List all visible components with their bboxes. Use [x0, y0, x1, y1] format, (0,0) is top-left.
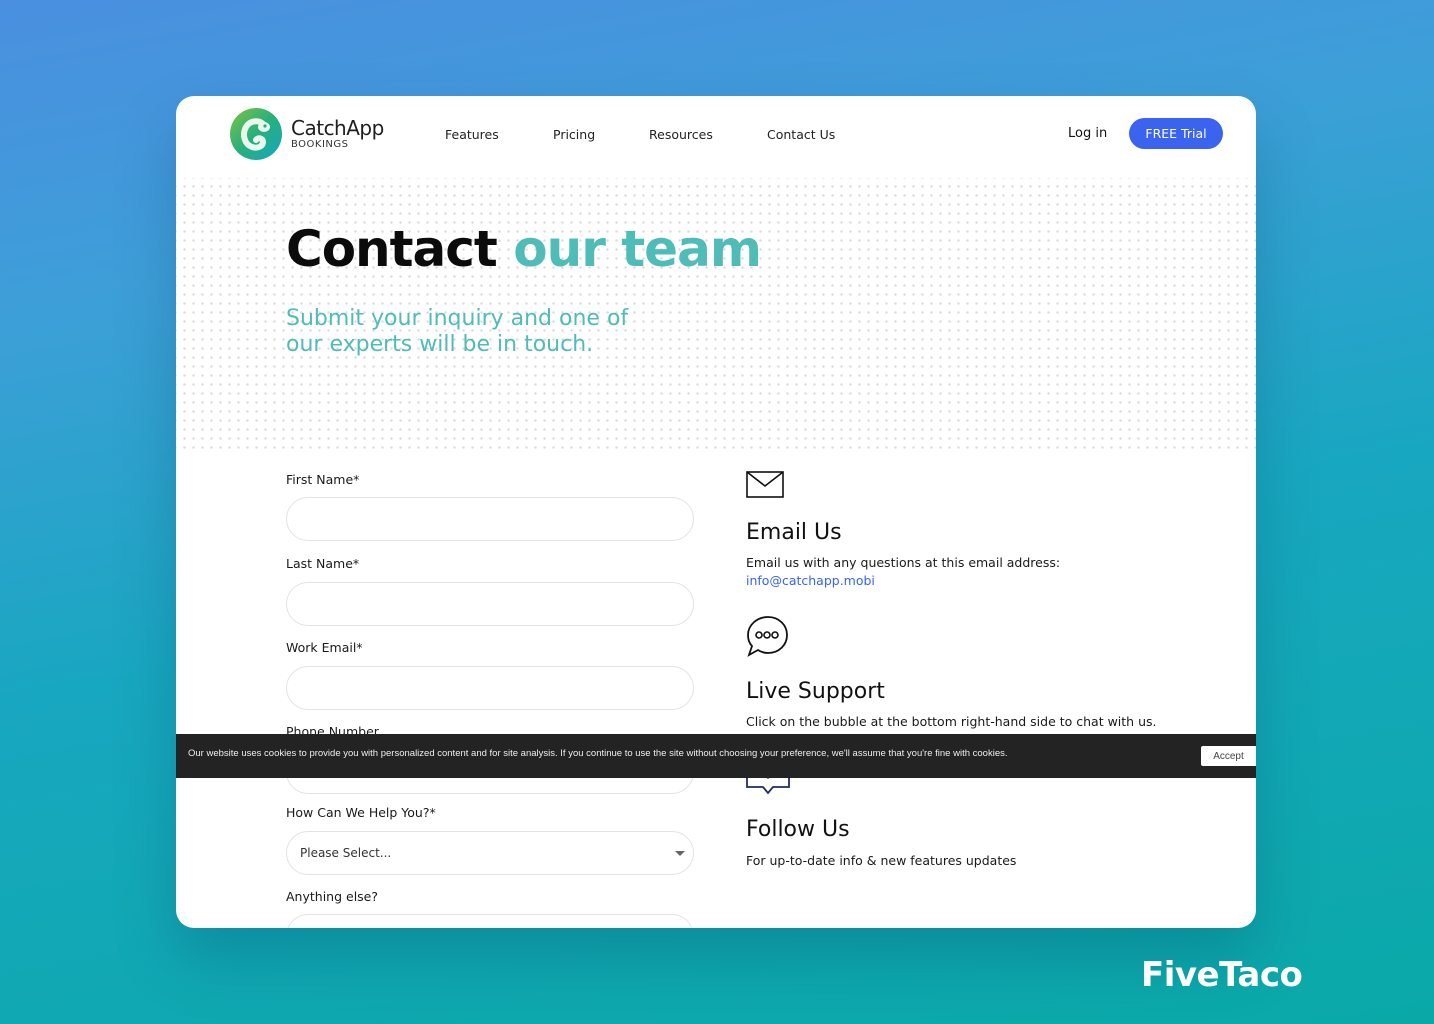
help-topic-select[interactable]: Please Select...: [286, 831, 694, 875]
help-topic-label: How Can We Help You?*: [286, 805, 436, 820]
page-title: Contact our team: [286, 220, 762, 278]
login-link[interactable]: Log in: [1068, 126, 1107, 141]
chameleon-logo-icon: [230, 108, 282, 160]
email-link[interactable]: info@catchapp.mobi: [746, 573, 875, 588]
free-trial-button[interactable]: FREE Trial: [1129, 118, 1223, 149]
browser-page-card: CatchApp BOOKINGS Features Pricing Resou…: [176, 96, 1256, 928]
live-support-title: Live Support: [746, 679, 885, 704]
last-name-label: Last Name*: [286, 556, 360, 571]
work-email-label: Work Email*: [286, 640, 363, 655]
nav-link-contact-us[interactable]: Contact Us: [767, 127, 835, 142]
logo-name: CatchApp: [291, 116, 384, 140]
follow-us-text: For up-to-date info & new features updat…: [746, 853, 1017, 868]
page-subtitle: Submit your inquiry and one of our exper…: [286, 306, 629, 357]
page-title-accent: our team: [513, 220, 762, 278]
nav-link-resources[interactable]: Resources: [649, 127, 713, 142]
cookie-message: Our website uses cookies to provide you …: [188, 748, 1008, 759]
catchapp-logo[interactable]: CatchApp BOOKINGS: [230, 108, 384, 160]
live-support-text: Click on the bubble at the bottom right-…: [746, 714, 1157, 729]
page-title-main: Contact: [286, 220, 498, 278]
chevron-down-icon: [675, 851, 685, 856]
email-us-title: Email Us: [746, 520, 842, 545]
top-navigation: CatchApp BOOKINGS Features Pricing Resou…: [176, 96, 1256, 176]
work-email-input[interactable]: [286, 666, 694, 710]
nav-link-pricing[interactable]: Pricing: [553, 127, 595, 142]
logo-subtitle: BOOKINGS: [291, 139, 349, 150]
anything-else-label: Anything else?: [286, 889, 378, 904]
nav-link-features[interactable]: Features: [445, 127, 499, 142]
first-name-input[interactable]: [286, 497, 694, 541]
follow-us-title: Follow Us: [746, 817, 850, 842]
envelope-icon: [746, 471, 784, 498]
anything-else-textarea[interactable]: [286, 914, 694, 928]
fivetaco-watermark: FiveTaco: [1141, 955, 1303, 995]
chat-bubble-icon: [747, 616, 788, 657]
cookie-banner: Our website uses cookies to provide you …: [176, 734, 1256, 778]
first-name-label: First Name*: [286, 472, 360, 487]
last-name-input[interactable]: [286, 582, 694, 626]
email-us-text: Email us with any questions at this emai…: [746, 555, 1061, 570]
cookie-accept-button[interactable]: Accept: [1201, 746, 1256, 766]
help-topic-selected: Please Select...: [300, 846, 392, 860]
